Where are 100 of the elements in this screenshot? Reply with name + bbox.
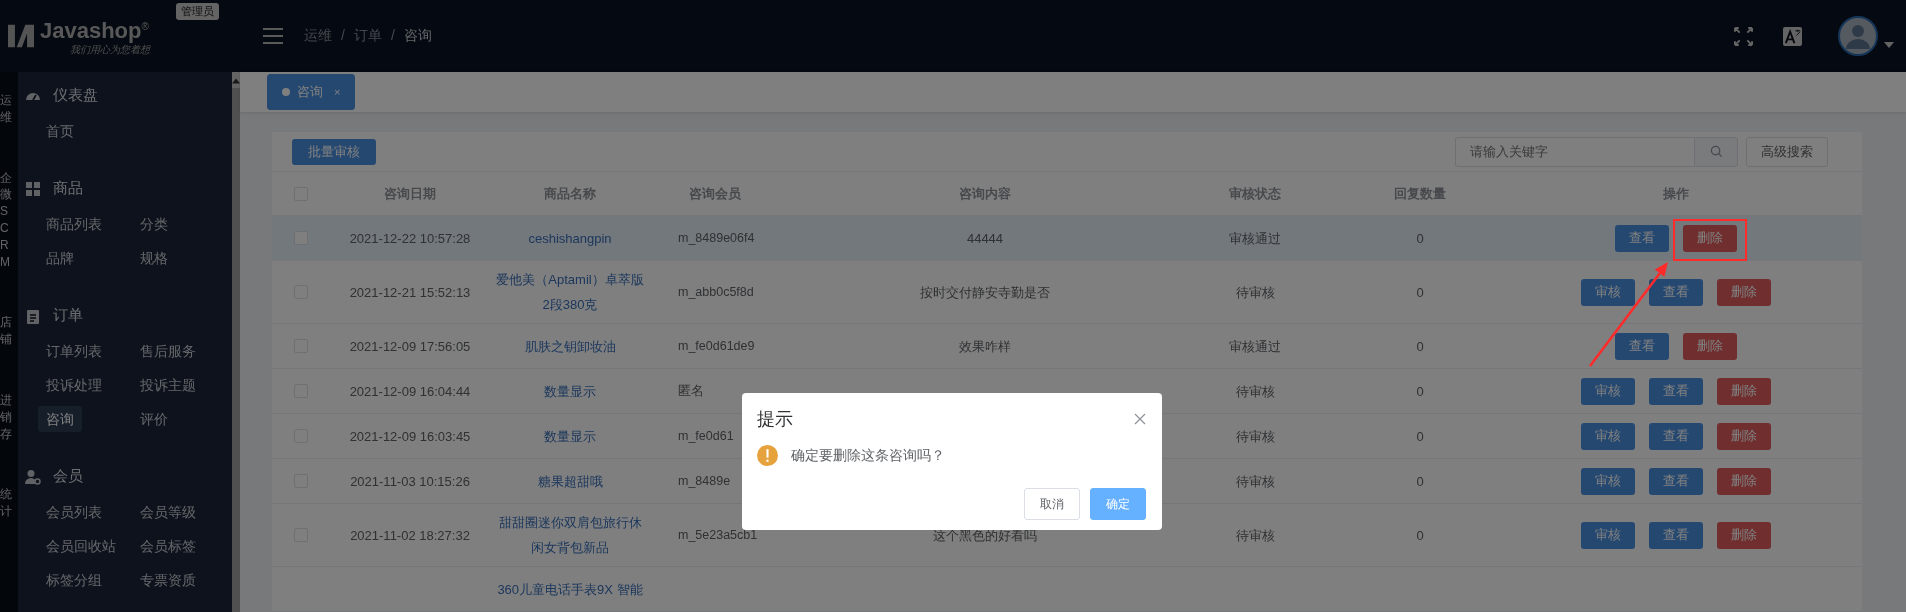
batch-audit-button[interactable]: 批量审核	[292, 138, 376, 165]
sidebar-item[interactable]: 售后服务	[132, 338, 204, 364]
search-field[interactable]: 请输入关键字	[1455, 136, 1694, 167]
fullscreen-icon[interactable]	[1734, 26, 1753, 46]
breadcrumb-item[interactable]: 订单	[353, 27, 382, 45]
sidebar-item[interactable]: 品牌	[38, 245, 82, 271]
page-tab[interactable]: 咨询 ×	[267, 74, 356, 110]
sidebar-item[interactable]: 首页	[38, 118, 82, 144]
sidebar-item[interactable]: 咨询	[38, 406, 82, 432]
logo-icon	[6, 23, 36, 49]
search-icon[interactable]	[1709, 145, 1723, 158]
delete-button[interactable]: 删除	[1717, 422, 1771, 450]
dialog-title: 提示	[757, 408, 793, 431]
view-button[interactable]: 查看	[1615, 224, 1669, 252]
table-cell-text: 待审核	[1235, 472, 1275, 491]
sidebar-group-title[interactable]: 会员	[53, 467, 83, 486]
table-cell-text: 这个黑色的好看吗	[933, 526, 1037, 545]
audit-button[interactable]: 审核	[1581, 377, 1635, 405]
table-cell-text: 2021-12-09 16:04:44	[349, 382, 471, 401]
view-button[interactable]: 查看	[1649, 422, 1703, 450]
sidebar-item[interactable]: 专票资质	[132, 567, 204, 593]
sidebar-item[interactable]: 订单列表	[38, 338, 110, 364]
sidebar-group-title[interactable]: 商品	[53, 179, 83, 198]
product-link[interactable]: 肌肤之钥卸妆油	[524, 333, 616, 359]
table-cell-text: 2021-12-09 17:56:05	[349, 337, 471, 356]
translate-icon[interactable]	[1783, 26, 1802, 46]
scrollbar-thumb[interactable]	[232, 88, 240, 612]
table-cell-text: 0	[1416, 337, 1424, 356]
table-cell-text: 待审核	[1235, 526, 1275, 545]
view-button[interactable]: 查看	[1649, 278, 1703, 306]
breadcrumb-item[interactable]: 运维	[304, 27, 332, 45]
menu-icon[interactable]	[263, 28, 283, 44]
sidebar-item[interactable]: 会员列表	[38, 499, 110, 525]
table-cell-text: 2021-12-09 16:03:45	[349, 427, 471, 446]
table-cell-text: m_8489e06f4	[678, 229, 755, 247]
sidebar-item[interactable]: 商品列表	[38, 211, 110, 237]
table-cell-text: 审核通过	[1229, 337, 1281, 356]
delete-button[interactable]: 删除	[1717, 278, 1771, 306]
audit-button[interactable]: 审核	[1581, 278, 1635, 306]
user-gear-icon	[25, 468, 41, 485]
close-icon[interactable]	[1134, 413, 1146, 425]
sidebar-group-title[interactable]: 仪表盘	[53, 86, 98, 105]
sidebar-item[interactable]: 分类	[132, 211, 176, 237]
breadcrumb-separator: /	[341, 27, 345, 45]
table-cell-text: m_fe0d61	[678, 427, 734, 445]
table-cell-text: 2021-11-02 18:27:32	[350, 526, 470, 545]
table-cell-text: 匿名	[678, 382, 704, 400]
audit-button[interactable]: 审核	[1581, 467, 1635, 495]
search-button[interactable]	[1694, 136, 1738, 167]
delete-button[interactable]: 删除	[1683, 332, 1737, 360]
delete-button[interactable]: 删除	[1683, 224, 1737, 252]
table-cell-text: 0	[1416, 427, 1424, 446]
table-cell-text: 待审核	[1235, 382, 1275, 401]
sidebar-item[interactable]: 规格	[132, 245, 176, 271]
table-cell-text: 2021-12-22 10:57:28	[349, 229, 471, 248]
audit-button[interactable]: 审核	[1581, 521, 1635, 549]
sidebar-item[interactable]: 会员标签	[132, 533, 204, 559]
caret-icon[interactable]	[1884, 42, 1894, 48]
delete-button[interactable]: 删除	[1717, 521, 1771, 549]
sidebar-item[interactable]: 投诉主题	[132, 372, 204, 398]
role-badge: 管理员	[176, 3, 219, 20]
product-link[interactable]: 数量显示	[544, 378, 596, 404]
breadcrumb-separator: /	[390, 27, 395, 45]
rail-item[interactable]: 运维	[0, 92, 12, 126]
view-button[interactable]: 查看	[1649, 377, 1703, 405]
product-link[interactable]: 数量显示	[544, 423, 596, 449]
product-link[interactable]: 甜甜圈迷你双肩包旅行休闲女背包新品	[496, 510, 644, 560]
product-link[interactable]: ceshishangpin	[528, 225, 612, 251]
rail-item[interactable]: 企微SCRM	[0, 169, 12, 271]
sidebar-group-title[interactable]: 订单	[53, 306, 83, 325]
rail-item[interactable]: 统计	[0, 486, 12, 520]
table-cell-text: 效果咋样	[959, 337, 1011, 356]
advanced-search-button[interactable]: 高级搜索	[1746, 136, 1828, 167]
confirm-button[interactable]: 确定	[1090, 488, 1146, 520]
delete-button[interactable]: 删除	[1717, 467, 1771, 495]
table-cell-text: 2021-12-21 15:52:13	[349, 283, 471, 302]
sidebar-item[interactable]: 标签分组	[38, 567, 110, 593]
avatar[interactable]	[1838, 16, 1878, 56]
rail-item[interactable]: 进销存	[0, 391, 12, 443]
logo-slogan: 我们用心为您着想	[70, 44, 150, 58]
delete-button[interactable]: 删除	[1717, 377, 1771, 405]
view-button[interactable]: 查看	[1615, 332, 1669, 360]
table-cell-text: m_abb0c5f8d	[678, 283, 754, 301]
cancel-button[interactable]: 取消	[1024, 488, 1080, 520]
audit-button[interactable]: 审核	[1581, 422, 1635, 450]
sidebar-item[interactable]: 投诉处理	[38, 372, 110, 398]
product-link[interactable]: 糖果超甜哦	[537, 468, 603, 494]
scroll-up-icon[interactable]	[232, 78, 240, 84]
table-cell-text: 0	[1416, 229, 1424, 248]
rail-item[interactable]: 店铺	[0, 314, 12, 348]
product-link[interactable]: 360儿童电话手表9X 智能	[497, 576, 643, 602]
product-link[interactable]: 爱他美（Aptamil）卓萃版2段380克	[496, 267, 644, 317]
sidebar-item[interactable]: 会员等级	[132, 499, 204, 525]
sidebar-item[interactable]: 会员回收站	[38, 533, 124, 559]
sidebar-item[interactable]: 评价	[132, 406, 176, 432]
logo-text: Javashop$^{®}$	[40, 17, 150, 44]
breadcrumb-item[interactable]: 咨询	[403, 27, 432, 45]
view-button[interactable]: 查看	[1649, 521, 1703, 549]
table-cell-text: 2021-11-03 10:15:26	[350, 472, 470, 491]
view-button[interactable]: 查看	[1649, 467, 1703, 495]
